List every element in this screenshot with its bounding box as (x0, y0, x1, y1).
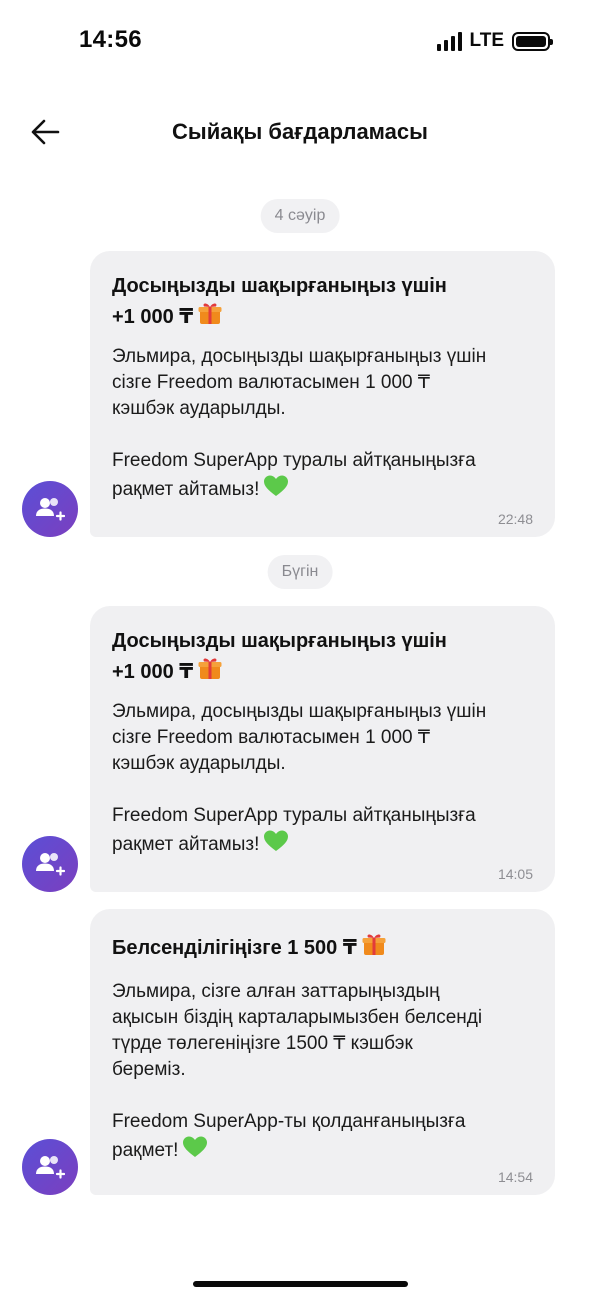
message-text: Эльмира, досыңызды шақырғаныңыз үшін сіз… (112, 701, 487, 855)
message-title-amount: +1 000 ₸ (112, 306, 194, 328)
message-bubble: Белсенділігіңізге 1 500 ₸ Эльмира, сізге… (90, 909, 555, 1195)
message-title-line: Белсенділігіңізге 1 500 ₸ (112, 937, 357, 959)
message-title-amount: +1 000 ₸ (112, 661, 194, 683)
battery-icon (512, 31, 553, 51)
message-title: Белсенділігіңізге 1 500 ₸ (112, 931, 533, 965)
users-add-icon (36, 1156, 65, 1179)
status-bar: 14:56 LTE (0, 0, 600, 80)
network-type: LTE (469, 30, 504, 51)
message-title-line: Досыңызды шақырғаныңыз үшін (112, 275, 447, 297)
gift-icon (361, 931, 387, 965)
message-text: Эльмира, досыңызды шақырғаныңыз үшін сіз… (112, 346, 487, 500)
green-heart-icon (263, 474, 289, 506)
message-text: Эльмира, сізге алған заттарыңыздың ақысы… (112, 981, 483, 1161)
home-indicator[interactable] (193, 1281, 408, 1287)
message-body: Эльмира, сізге алған заттарыңыздың ақысы… (112, 979, 533, 1167)
header: Сыйақы бағдарламасы (0, 100, 600, 164)
green-heart-icon (263, 829, 289, 861)
message-time: 14:05 (497, 866, 533, 882)
date-separator: 4 сәуір (260, 199, 340, 233)
users-add-icon (36, 498, 65, 521)
avatar (22, 1139, 78, 1195)
message-time: 22:48 (497, 511, 533, 527)
message-bubble: Досыңызды шақырғаныңыз үшін +1 000 ₸ Эль… (90, 606, 555, 892)
message-time: 14:54 (497, 1169, 533, 1185)
message-body: Эльмира, досыңызды шақырғаныңыз үшін сіз… (112, 344, 533, 506)
gift-icon (197, 300, 223, 334)
date-separator: Бүгін (267, 555, 333, 589)
message-title-line: Досыңызды шақырғаныңыз үшін (112, 630, 447, 652)
page-title: Сыйақы бағдарламасы (172, 119, 428, 144)
signal-icon (436, 31, 462, 51)
message-bubble: Досыңызды шақырғаныңыз үшін +1 000 ₸ Эль… (90, 251, 555, 537)
green-heart-icon (182, 1135, 208, 1167)
status-time: 14:56 (79, 26, 142, 53)
avatar (22, 836, 78, 892)
gift-icon (197, 655, 223, 689)
message-title: Досыңызды шақырғаныңыз үшін +1 000 ₸ (112, 273, 533, 334)
avatar (22, 481, 78, 537)
message-title: Досыңызды шақырғаныңыз үшін +1 000 ₸ (112, 628, 533, 689)
message-body: Эльмира, досыңызды шақырғаныңыз үшін сіз… (112, 699, 533, 861)
users-add-icon (36, 853, 65, 876)
status-indicators: LTE (436, 30, 553, 52)
